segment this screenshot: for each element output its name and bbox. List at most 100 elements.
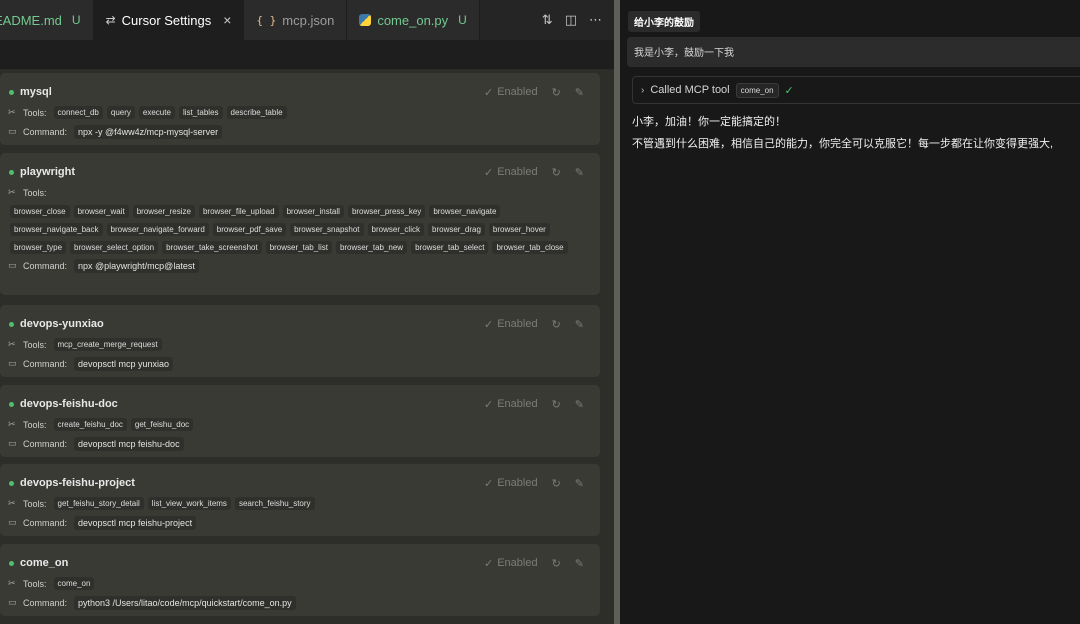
enabled-label: Enabled <box>497 557 538 569</box>
python-icon <box>359 14 372 26</box>
refresh-icon[interactable]: ↻ <box>552 398 561 411</box>
tool-name-chip: come_on <box>735 82 779 98</box>
tool-chip: browser_navigate <box>429 205 501 218</box>
server-name: devops-feishu-project <box>20 477 135 489</box>
tool-chip: browser_close <box>10 205 70 218</box>
tools-label: Tools: <box>23 419 47 430</box>
tools-icon: ✂ <box>8 107 16 117</box>
mcp-server-list: mysql ✓ Enabled ↻ ✎ ✂ Tools: connect_db q… <box>0 70 614 624</box>
enabled-toggle[interactable]: ✓ Enabled <box>484 86 538 99</box>
tab-label: Cursor Settings <box>121 12 212 28</box>
tab-label: EADME.md <box>0 12 62 28</box>
status-dot <box>9 480 14 486</box>
tool-call-row[interactable]: › Called MCP tool come_on ✓ <box>632 76 1080 104</box>
tools-icon: ✂ <box>8 339 16 349</box>
enabled-toggle[interactable]: ✓ Enabled <box>484 398 538 411</box>
tool-chip: mcp_create_merge_request <box>53 338 162 351</box>
tool-chip: browser_navigate_back <box>10 223 103 236</box>
edit-icon[interactable]: ✎ <box>575 398 584 411</box>
tool-chip: browser_press_key <box>347 205 426 218</box>
terminal-icon: ▭ <box>8 358 17 368</box>
chat-pane: 给小李的鼓励 我是小李，鼓励一下我 › Called MCP tool come… <box>620 0 1080 624</box>
command-value: devopsctl mcp feishu-project <box>74 515 197 530</box>
tab-readme[interactable]: EADME.md U <box>0 0 94 40</box>
tools-icon: ✂ <box>8 419 16 429</box>
server-card-devops-yunxiao: devops-yunxiao ✓ Enabled ↻ ✎ ✂ Tools: mcp… <box>0 305 600 377</box>
tab-cursor-settings[interactable]: ⇄ Cursor Settings × <box>93 0 245 40</box>
command-label: Command: <box>23 597 68 608</box>
tools-label: Tools: <box>23 339 47 350</box>
tool-chip: get_feishu_story_detail <box>53 497 144 510</box>
tool-chip: browser_tab_select <box>411 241 489 254</box>
tool-chip: browser_wait <box>73 205 129 218</box>
tool-chip: browser_install <box>282 205 344 218</box>
refresh-icon[interactable]: ↻ <box>552 557 561 570</box>
json-icon: { } <box>256 13 277 27</box>
tool-chip: browser_type <box>10 241 67 254</box>
tool-chip: query <box>106 106 135 119</box>
enabled-toggle[interactable]: ✓ Enabled <box>484 477 538 490</box>
tools-label: Tools: <box>23 107 47 118</box>
untracked-badge: U <box>458 13 467 27</box>
check-icon: ✓ <box>483 398 494 411</box>
refresh-icon[interactable]: ↻ <box>552 318 561 331</box>
command-label: Command: <box>23 260 68 271</box>
tools-icon: ✂ <box>8 498 16 508</box>
tab-mcp-json[interactable]: { } mcp.json <box>244 0 348 40</box>
server-name: playwright <box>20 166 76 178</box>
server-name: devops-yunxiao <box>20 318 104 330</box>
split-editor-icon[interactable]: ◫ <box>565 12 577 28</box>
command-value: npx -y @f4ww4z/mcp-mysql-server <box>74 124 223 139</box>
server-card-devops-feishu-project: devops-feishu-project ✓ Enabled ↻ ✎ ✂ Too… <box>0 464 600 536</box>
tab-come-on-py[interactable]: come_on.py U <box>347 0 480 40</box>
more-icon[interactable]: ⋯ <box>589 12 602 28</box>
edit-icon[interactable]: ✎ <box>575 86 584 99</box>
status-dot <box>9 169 14 175</box>
terminal-icon: ▭ <box>8 126 17 136</box>
command-label: Command: <box>23 517 68 528</box>
tool-chip: connect_db <box>53 106 103 119</box>
edit-icon[interactable]: ✎ <box>575 477 584 490</box>
refresh-icon[interactable]: ↻ <box>552 166 561 179</box>
enabled-label: Enabled <box>497 86 538 98</box>
chevron-right-icon: › <box>641 84 645 96</box>
command-value: devopsctl mcp yunxiao <box>74 356 174 371</box>
tools-icon: ✂ <box>8 187 16 197</box>
command-value: python3 /Users/litao/code/mcp/quickstart… <box>74 595 296 610</box>
untracked-badge: U <box>71 13 81 27</box>
tool-chip: browser_tab_new <box>335 241 408 254</box>
tools-label: Tools: <box>23 498 47 509</box>
enabled-toggle[interactable]: ✓ Enabled <box>484 557 538 570</box>
command-label: Command: <box>23 358 68 369</box>
edit-icon[interactable]: ✎ <box>575 318 584 331</box>
compare-icon[interactable]: ⇅ <box>542 12 553 28</box>
tab-label: mcp.json <box>282 12 335 28</box>
check-icon: ✓ <box>483 477 494 490</box>
enabled-toggle[interactable]: ✓ Enabled <box>484 166 538 179</box>
edit-icon[interactable]: ✎ <box>575 166 584 179</box>
refresh-icon[interactable]: ↻ <box>552 477 561 490</box>
terminal-icon: ▭ <box>8 260 17 270</box>
tools-label: Tools: <box>23 578 47 589</box>
tab-label: come_on.py <box>377 12 449 28</box>
terminal-icon: ▭ <box>8 438 17 448</box>
tools-label: Tools: <box>23 187 47 198</box>
server-card-come-on: come_on ✓ Enabled ↻ ✎ ✂ Tools: come_on ▭ … <box>0 544 600 616</box>
status-dot <box>9 401 14 407</box>
refresh-icon[interactable]: ↻ <box>552 86 561 99</box>
enabled-label: Enabled <box>497 166 538 178</box>
assistant-reply-line: 不管遇到什么困难，相信自己的能力，你完全可以克服它！每一步都在让你变得更强大, <box>632 138 1054 150</box>
tool-chip: search_feishu_story <box>234 497 315 510</box>
command-value: devopsctl mcp feishu-doc <box>74 436 184 451</box>
user-message[interactable]: 我是小李，鼓励一下我 <box>627 37 1080 67</box>
enabled-toggle[interactable]: ✓ Enabled <box>484 318 538 331</box>
server-card-mysql: mysql ✓ Enabled ↻ ✎ ✂ Tools: connect_db q… <box>0 73 600 145</box>
edit-icon[interactable]: ✎ <box>575 557 584 570</box>
terminal-icon: ▭ <box>8 597 17 607</box>
close-icon[interactable]: × <box>223 12 231 28</box>
editor-tab-bar: EADME.md U ⇄ Cursor Settings × { } mcp.j… <box>0 0 614 40</box>
tool-chip: execute <box>138 106 175 119</box>
tools-icon: ✂ <box>8 578 16 588</box>
assistant-reply-line: 小李，加油！你一定能搞定的！ <box>632 116 786 128</box>
chat-title: 给小李的鼓励 <box>628 11 700 32</box>
